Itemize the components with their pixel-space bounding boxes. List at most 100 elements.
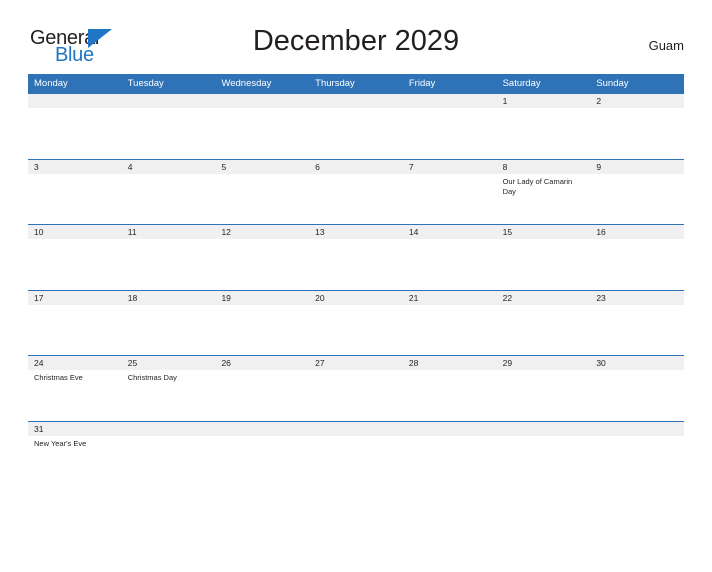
day-cell[interactable]: Christmas Eve — [28, 370, 122, 420]
day-number[interactable] — [122, 422, 216, 436]
day-cell[interactable] — [122, 239, 216, 289]
week-events — [28, 108, 684, 158]
day-number[interactable]: 23 — [590, 291, 684, 305]
day-number[interactable]: 10 — [28, 225, 122, 239]
day-cell[interactable] — [590, 239, 684, 289]
day-cell[interactable]: New Year's Eve — [28, 436, 122, 486]
week-date-numbers: 24 25 26 27 28 29 30 — [28, 356, 684, 370]
day-number[interactable]: 6 — [309, 160, 403, 174]
day-cell[interactable] — [122, 436, 216, 486]
day-cell[interactable] — [590, 108, 684, 158]
week-events: New Year's Eve — [28, 436, 684, 486]
week-row: 17 18 19 20 21 22 23 — [28, 289, 684, 356]
day-number[interactable]: 28 — [403, 356, 497, 370]
day-cell[interactable] — [215, 239, 309, 289]
day-cell[interactable] — [28, 108, 122, 158]
day-cell[interactable] — [403, 108, 497, 158]
day-cell[interactable] — [590, 436, 684, 486]
day-number[interactable] — [403, 422, 497, 436]
day-number[interactable]: 5 — [215, 160, 309, 174]
day-cell[interactable] — [122, 174, 216, 224]
week-row: 10 11 12 13 14 15 16 — [28, 224, 684, 290]
day-cell[interactable] — [403, 239, 497, 289]
day-number[interactable]: 12 — [215, 225, 309, 239]
day-number[interactable]: 24 — [28, 356, 122, 370]
week-date-numbers: 10 11 12 13 14 15 16 — [28, 225, 684, 239]
day-number[interactable] — [403, 94, 497, 108]
day-cell[interactable] — [309, 174, 403, 224]
day-number[interactable]: 30 — [590, 356, 684, 370]
day-cell[interactable] — [403, 436, 497, 486]
day-cell[interactable] — [122, 305, 216, 355]
day-number[interactable]: 29 — [497, 356, 591, 370]
day-number[interactable] — [122, 94, 216, 108]
day-number[interactable]: 14 — [403, 225, 497, 239]
week-row: 3 4 5 6 7 8 9 Our Lady of Camarin Day — [28, 158, 684, 225]
day-number[interactable]: 20 — [309, 291, 403, 305]
day-cell[interactable] — [497, 239, 591, 289]
day-number[interactable]: 25 — [122, 356, 216, 370]
day-cell[interactable] — [590, 174, 684, 224]
day-cell[interactable] — [215, 305, 309, 355]
day-number[interactable]: 19 — [215, 291, 309, 305]
day-cell[interactable]: Christmas Day — [122, 370, 216, 420]
day-event-label: New Year's Eve — [34, 438, 87, 448]
day-number[interactable]: 16 — [590, 225, 684, 239]
page-title: December 2029 — [252, 25, 460, 57]
week-events: Our Lady of Camarin Day — [28, 174, 684, 224]
day-cell[interactable]: Our Lady of Camarin Day — [497, 174, 591, 224]
day-number[interactable]: 31 — [28, 422, 122, 436]
day-cell[interactable] — [309, 239, 403, 289]
week-events — [28, 305, 684, 355]
day-number[interactable] — [309, 422, 403, 436]
day-cell[interactable] — [403, 305, 497, 355]
week-date-numbers: 3 4 5 6 7 8 9 — [28, 159, 684, 174]
day-number[interactable]: 11 — [122, 225, 216, 239]
day-cell[interactable] — [497, 436, 591, 486]
week-row: 24 25 26 27 28 29 30 Christmas Eve Chris… — [28, 355, 684, 421]
day-cell[interactable] — [28, 305, 122, 355]
day-number[interactable]: 8 — [497, 160, 591, 174]
day-number[interactable]: 22 — [497, 291, 591, 305]
day-number[interactable]: 7 — [403, 160, 497, 174]
day-number[interactable] — [215, 94, 309, 108]
day-number[interactable] — [309, 94, 403, 108]
day-cell[interactable] — [122, 108, 216, 158]
day-cell[interactable] — [215, 108, 309, 158]
day-number[interactable]: 1 — [497, 94, 591, 108]
day-cell[interactable] — [403, 370, 497, 420]
day-cell[interactable] — [309, 436, 403, 486]
day-cell[interactable] — [309, 370, 403, 420]
day-number[interactable]: 2 — [590, 94, 684, 108]
day-number[interactable]: 17 — [28, 291, 122, 305]
day-cell[interactable] — [403, 174, 497, 224]
day-number[interactable] — [215, 422, 309, 436]
day-number[interactable]: 9 — [590, 160, 684, 174]
day-number[interactable]: 21 — [403, 291, 497, 305]
day-number[interactable]: 18 — [122, 291, 216, 305]
day-cell[interactable] — [309, 305, 403, 355]
day-number[interactable] — [28, 94, 122, 108]
day-number[interactable]: 15 — [497, 225, 591, 239]
day-cell[interactable] — [28, 174, 122, 224]
day-cell[interactable] — [309, 108, 403, 158]
day-cell[interactable] — [215, 174, 309, 224]
day-number[interactable] — [590, 422, 684, 436]
day-cell[interactable] — [28, 239, 122, 289]
day-cell[interactable] — [497, 108, 591, 158]
day-number[interactable] — [497, 422, 591, 436]
day-number[interactable]: 4 — [122, 160, 216, 174]
day-number[interactable]: 26 — [215, 356, 309, 370]
day-cell[interactable] — [215, 370, 309, 420]
day-cell[interactable] — [497, 305, 591, 355]
day-cell[interactable] — [590, 305, 684, 355]
day-cell[interactable] — [590, 370, 684, 420]
day-event-label: Our Lady of Camarin Day — [502, 176, 573, 196]
day-number[interactable]: 27 — [309, 356, 403, 370]
day-cell[interactable] — [497, 370, 591, 420]
week-row: 1 2 — [28, 93, 684, 159]
day-cell[interactable] — [215, 436, 309, 486]
day-number[interactable]: 3 — [28, 160, 122, 174]
week-date-numbers: 17 18 19 20 21 22 23 — [28, 290, 684, 305]
day-number[interactable]: 13 — [309, 225, 403, 239]
